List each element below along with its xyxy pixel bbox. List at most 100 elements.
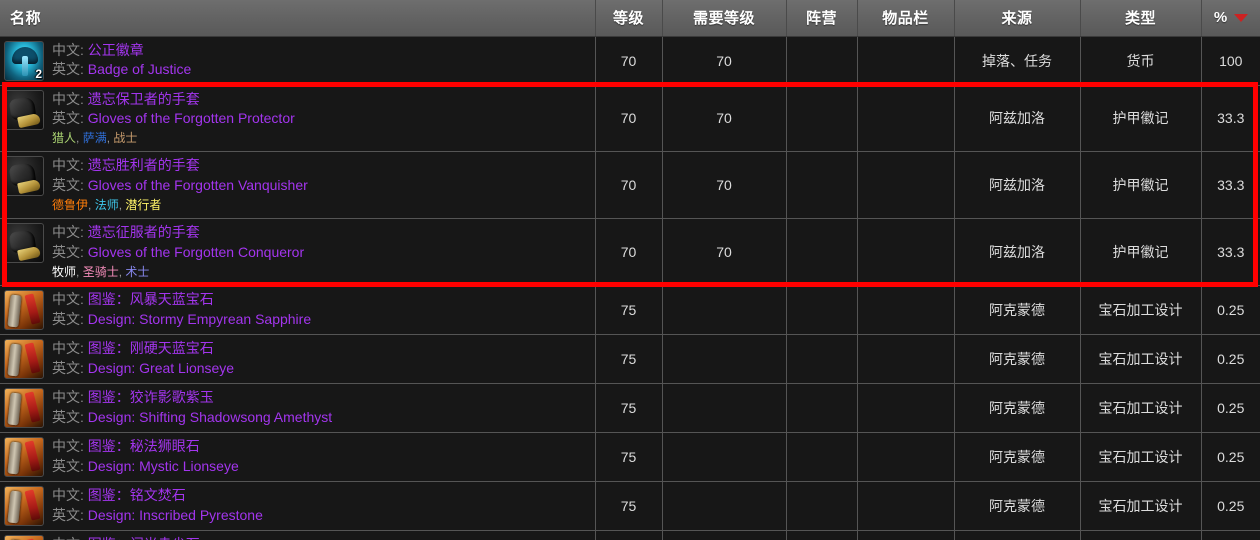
item-link-chinese[interactable]: 图鉴：秘法狮眼石 bbox=[88, 438, 200, 454]
cell-req-level bbox=[662, 481, 787, 531]
label-english: 英文: bbox=[52, 310, 88, 327]
loot-table: 名称 等级 需要等级 阵营 物品栏 来源 类型% 2 中文: 公正徽章 英文: Badge of… bbox=[0, 0, 1260, 540]
item-link-chinese[interactable]: 图鉴：狡诈影歌紫玉 bbox=[88, 389, 214, 405]
design-scroll-icon[interactable] bbox=[4, 387, 44, 428]
item-link-english[interactable]: Gloves of the Forgotten Conqueror bbox=[88, 244, 304, 260]
item-name-english-line: 英文: Design: Inscribed Pyrestone bbox=[52, 506, 263, 526]
design-scroll-icon[interactable] bbox=[4, 338, 44, 379]
gauntlet-icon[interactable] bbox=[4, 223, 44, 264]
cell-level: 75 bbox=[595, 432, 663, 482]
cell-slot bbox=[857, 383, 955, 433]
class-separator: , bbox=[76, 264, 83, 279]
item-link-english[interactable]: Badge of Justice bbox=[88, 61, 192, 77]
cell-name: 中文: 图鉴：秘法狮眼石 英文: Design: Mystic Lionseye bbox=[0, 432, 596, 482]
label-english: 英文: bbox=[52, 177, 88, 194]
cell-percent: 0.25 bbox=[1201, 383, 1260, 433]
item-link-english[interactable]: Design: Great Lionseye bbox=[88, 360, 234, 376]
cell-name: 中文: 图鉴：铭文焚石 英文: Design: Inscribed Pyresto… bbox=[0, 481, 596, 531]
table-row[interactable]: 中文: 遗忘胜利者的手套 英文: Gloves of the Forgotten … bbox=[0, 151, 1260, 220]
table-row[interactable]: 中文: 图鉴：闪光赤尖石英文: Design: Flashing Crimson… bbox=[0, 530, 1260, 540]
cell-name: 中文: 遗忘保卫者的手套 英文: Gloves of the Forgotten … bbox=[0, 85, 596, 153]
cell-name: 中文: 图鉴：风暴天蓝宝石 英文: Design: Stormy Empyrean… bbox=[0, 285, 596, 335]
item-name-chinese-line: 中文: 图鉴：狡诈影歌紫玉 bbox=[52, 388, 332, 408]
table-row[interactable]: 中文: 图鉴：秘法狮眼石 英文: Design: Mystic Lionseye 7… bbox=[0, 432, 1260, 482]
column-header-faction[interactable]: 阵营 bbox=[786, 0, 858, 37]
gauntlet-icon[interactable] bbox=[4, 156, 44, 197]
label-english: 英文: bbox=[52, 61, 88, 78]
cell-percent: 33.3 bbox=[1201, 151, 1260, 220]
table-row[interactable]: 中文: 遗忘保卫者的手套 英文: Gloves of the Forgotten … bbox=[0, 85, 1260, 153]
item-link-chinese[interactable]: 图鉴：铭文焚石 bbox=[88, 487, 186, 503]
item-name-english-line: 英文: Gloves of the Forgotten Conqueror bbox=[52, 243, 304, 263]
item-link-english[interactable]: Design: Mystic Lionseye bbox=[88, 458, 239, 474]
cell-faction bbox=[786, 85, 858, 153]
cell-name: 2 中文: 公正徽章 英文: Badge of Justice bbox=[0, 36, 596, 86]
column-header-req_level[interactable]: 需要等级 bbox=[662, 0, 787, 37]
table-row[interactable]: 2 中文: 公正徽章 英文: Badge of Justice 70 70 掉落、任务 货币… bbox=[0, 36, 1260, 86]
cell-type: 宝石加工设计 bbox=[1080, 334, 1202, 384]
item-link-chinese[interactable]: 遗忘保卫者的手套 bbox=[88, 91, 200, 107]
design-scroll-icon[interactable] bbox=[4, 534, 44, 540]
table-row[interactable]: 中文: 图鉴：狡诈影歌紫玉 英文: Design: Shifting Shadow… bbox=[0, 383, 1260, 433]
cell-percent: 0.25 bbox=[1201, 285, 1260, 335]
column-header-level[interactable]: 等级 bbox=[595, 0, 663, 37]
item-link-chinese[interactable]: 图鉴：风暴天蓝宝石 bbox=[88, 291, 214, 307]
item-name-english-line: 英文: Design: Stormy Empyrean Sapphire bbox=[52, 310, 311, 330]
cell-slot bbox=[857, 36, 955, 86]
design-scroll-icon[interactable] bbox=[4, 289, 44, 330]
cell-name: 中文: 遗忘征服者的手套 英文: Gloves of the Forgotten … bbox=[0, 218, 596, 286]
gauntlet-icon[interactable] bbox=[4, 89, 44, 130]
column-header-type[interactable]: 类型 bbox=[1080, 0, 1202, 37]
class-separator: , bbox=[76, 131, 83, 146]
item-link-english[interactable]: Design: Inscribed Pyrestone bbox=[88, 507, 263, 523]
column-header-source[interactable]: 来源 bbox=[954, 0, 1081, 37]
item-link-english[interactable]: Design: Stormy Empyrean Sapphire bbox=[88, 311, 311, 327]
table-row[interactable]: 中文: 图鉴：铭文焚石 英文: Design: Inscribed Pyresto… bbox=[0, 481, 1260, 531]
table-row[interactable]: 中文: 图鉴：风暴天蓝宝石 英文: Design: Stormy Empyrean… bbox=[0, 285, 1260, 335]
class-tag: 战士 bbox=[113, 131, 138, 146]
item-link-chinese[interactable]: 遗忘征服者的手套 bbox=[88, 224, 200, 240]
item-name-chinese-line: 中文: 图鉴：秘法狮眼石 bbox=[52, 437, 239, 457]
cell-percent: 0.25 bbox=[1201, 432, 1260, 482]
cell-req-level bbox=[662, 285, 787, 335]
item-name-english-line: 英文: Gloves of the Forgotten Protector bbox=[52, 109, 295, 129]
item-link-english[interactable]: Gloves of the Forgotten Vanquisher bbox=[88, 177, 308, 193]
cell-source: 阿兹加洛 bbox=[954, 151, 1081, 220]
cell-source: 阿克蒙德 bbox=[954, 285, 1081, 335]
table-row[interactable]: 中文: 遗忘征服者的手套 英文: Gloves of the Forgotten … bbox=[0, 218, 1260, 286]
cell-source: 阿克蒙德 bbox=[954, 481, 1081, 531]
column-header-slot[interactable]: 物品栏 bbox=[857, 0, 955, 37]
label-chinese: 中文: bbox=[52, 157, 88, 174]
item-stack-count: 2 bbox=[35, 66, 42, 81]
table-body: 2 中文: 公正徽章 英文: Badge of Justice 70 70 掉落、任务 货币… bbox=[0, 36, 1260, 540]
table-row[interactable]: 中文: 图鉴：刚硬天蓝宝石 英文: Design: Great Lionseye 7… bbox=[0, 334, 1260, 384]
item-link-chinese[interactable]: 图鉴：刚硬天蓝宝石 bbox=[88, 340, 214, 356]
label-chinese: 中文: bbox=[52, 388, 88, 405]
class-tag: 猎人 bbox=[52, 131, 77, 146]
item-link-chinese[interactable]: 遗忘胜利者的手套 bbox=[88, 157, 200, 173]
item-link-english[interactable]: Gloves of the Forgotten Protector bbox=[88, 110, 295, 126]
item-link-english[interactable]: Design: Shifting Shadowsong Amethyst bbox=[88, 409, 332, 425]
design-scroll-icon[interactable] bbox=[4, 436, 44, 477]
cell-type: 护甲徽记 bbox=[1080, 151, 1202, 220]
cell-percent: 33.3 bbox=[1201, 218, 1260, 286]
badge-icon[interactable]: 2 bbox=[4, 40, 44, 81]
cell-level: 75 bbox=[595, 334, 663, 384]
label-chinese: 中文: bbox=[52, 486, 88, 503]
column-header-percent[interactable]: % bbox=[1201, 0, 1260, 37]
cell-req-level bbox=[662, 383, 787, 433]
cell-level: 70 bbox=[595, 85, 663, 153]
cell-faction bbox=[786, 383, 858, 433]
item-name-chinese-line: 中文: 图鉴：铭文焚石 bbox=[52, 486, 263, 506]
cell-level: 75 bbox=[595, 481, 663, 531]
table-header: 名称 等级 需要等级 阵营 物品栏 来源 类型% bbox=[0, 0, 1260, 37]
cell-type: 宝石加工设计 bbox=[1080, 383, 1202, 433]
cell-slot bbox=[857, 530, 955, 540]
item-link-chinese[interactable]: 公正徽章 bbox=[88, 42, 144, 58]
column-header-name[interactable]: 名称 bbox=[0, 0, 596, 37]
class-tag: 德鲁伊 bbox=[52, 198, 89, 213]
class-tag: 牧师 bbox=[52, 264, 77, 279]
design-scroll-icon[interactable] bbox=[4, 485, 44, 526]
item-link-chinese[interactable]: 图鉴：闪光赤尖石 bbox=[88, 536, 200, 540]
item-name-chinese-line: 中文: 公正徽章 bbox=[52, 41, 191, 61]
